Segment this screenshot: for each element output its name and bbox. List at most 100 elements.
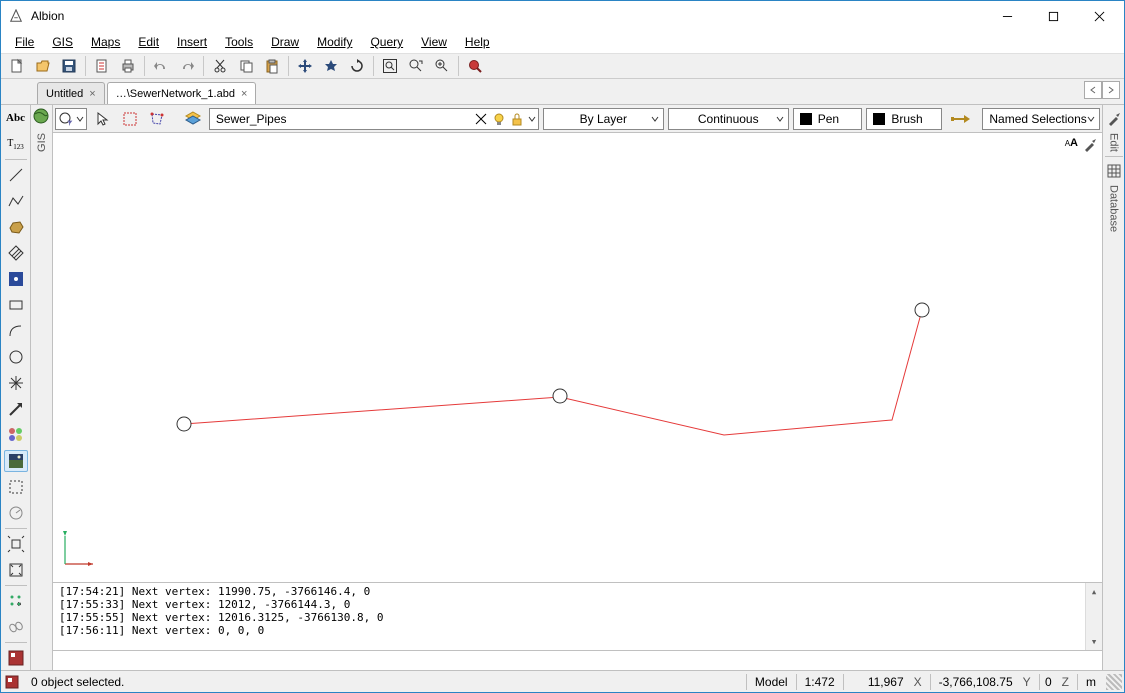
- database-tab-label[interactable]: Database: [1108, 185, 1120, 232]
- current-layer-combo[interactable]: [209, 108, 539, 130]
- palette-tool[interactable]: [4, 424, 28, 446]
- open-button[interactable]: [31, 55, 55, 77]
- lock-icon: [510, 112, 524, 126]
- database-tab-icon[interactable]: [1104, 161, 1124, 181]
- document-tab-sewernetwork[interactable]: …\SewerNetwork_1.abd ×: [107, 82, 257, 104]
- menu-edit[interactable]: Edit: [130, 33, 167, 51]
- menu-query[interactable]: Query: [362, 33, 411, 51]
- edit-tab-icon[interactable]: [1104, 109, 1124, 129]
- status-model[interactable]: Model: [747, 671, 796, 692]
- console-line: [17:55:33] Next vertex: 12012, -3766144.…: [59, 598, 1096, 611]
- arc-tool[interactable]: [4, 320, 28, 342]
- point-tool[interactable]: [4, 268, 28, 290]
- command-line[interactable]: [53, 650, 1102, 670]
- zoom-extents-button[interactable]: [319, 55, 343, 77]
- pen-combo[interactable]: Pen: [793, 108, 863, 130]
- tab-nav-next[interactable]: [1102, 81, 1120, 99]
- current-layer-input[interactable]: [212, 112, 474, 126]
- circle-tool[interactable]: [4, 346, 28, 368]
- polygon-tool[interactable]: [4, 216, 28, 238]
- menu-modify[interactable]: Modify: [309, 33, 360, 51]
- rotate-view-button[interactable]: [345, 55, 369, 77]
- settings-icon[interactable]: [1082, 137, 1098, 153]
- pan-button[interactable]: [293, 55, 317, 77]
- combo-label: Pen: [818, 112, 839, 126]
- line-tool[interactable]: [4, 164, 28, 186]
- color-combo[interactable]: By Layer: [543, 108, 664, 130]
- arrow-tool[interactable]: [4, 398, 28, 420]
- bounds-out-tool[interactable]: [4, 533, 28, 555]
- zoom-dynamic-button[interactable]: [404, 55, 428, 77]
- edit-tab-label[interactable]: Edit: [1108, 133, 1120, 152]
- brush-combo[interactable]: Brush: [866, 108, 941, 130]
- layers-panel-tool[interactable]: [4, 647, 28, 669]
- chevron-down-icon: [1087, 115, 1095, 123]
- menu-insert[interactable]: Insert: [169, 33, 215, 51]
- gis-side-tab[interactable]: GIS: [31, 105, 53, 670]
- console-scrollbar[interactable]: ▴ ▾: [1085, 583, 1102, 650]
- status-y-value: -3,766,108.75: [931, 671, 1021, 692]
- menu-maps[interactable]: Maps: [83, 33, 128, 51]
- window-title: Albion: [31, 9, 984, 23]
- resize-grip-icon[interactable]: [1106, 674, 1122, 690]
- menu-draw[interactable]: Draw: [263, 33, 307, 51]
- menu-file[interactable]: File: [7, 33, 42, 51]
- undo-button[interactable]: [149, 55, 173, 77]
- link-tool[interactable]: [4, 616, 28, 638]
- properties-button[interactable]: [90, 55, 114, 77]
- layer-manager-button[interactable]: [182, 108, 205, 130]
- select-poly-button[interactable]: [145, 108, 168, 130]
- maximize-button[interactable]: [1030, 1, 1076, 31]
- zoom-window-button[interactable]: [378, 55, 402, 77]
- measure-tool[interactable]: [4, 502, 28, 524]
- paste-button[interactable]: [260, 55, 284, 77]
- cut-button[interactable]: [208, 55, 232, 77]
- hatch-tool[interactable]: [4, 242, 28, 264]
- tab-close-icon[interactable]: ×: [241, 88, 247, 100]
- redo-button[interactable]: [175, 55, 199, 77]
- status-layers-icon[interactable]: [1, 674, 23, 690]
- status-scale[interactable]: 1:472: [797, 671, 843, 692]
- menu-help[interactable]: Help: [457, 33, 498, 51]
- tab-nav-prev[interactable]: [1084, 81, 1102, 99]
- scroll-up-icon[interactable]: ▴: [1086, 583, 1103, 600]
- linetype-combo[interactable]: Continuous: [668, 108, 789, 130]
- layer-filter-button[interactable]: [55, 108, 87, 130]
- drawing-canvas[interactable]: AA: [53, 133, 1102, 582]
- print-button[interactable]: [116, 55, 140, 77]
- combo-label: Named Selections: [989, 112, 1086, 126]
- text-style-tool[interactable]: T123: [4, 133, 28, 155]
- named-selections-combo[interactable]: Named Selections: [982, 108, 1100, 130]
- star-tool[interactable]: [4, 372, 28, 394]
- status-selection: 0 object selected.: [23, 671, 746, 692]
- select-area-tool[interactable]: [4, 476, 28, 498]
- nodes-tool[interactable]: [4, 590, 28, 612]
- select-pointer-button[interactable]: [91, 108, 114, 130]
- text-size-toggle[interactable]: AA: [1065, 137, 1078, 153]
- copy-button[interactable]: [234, 55, 258, 77]
- match-properties-button[interactable]: [946, 108, 979, 130]
- save-button[interactable]: [57, 55, 81, 77]
- tab-close-icon[interactable]: ×: [89, 88, 95, 100]
- select-rect-button[interactable]: [118, 108, 141, 130]
- status-x-label: X: [912, 671, 930, 692]
- image-tool[interactable]: [4, 450, 28, 472]
- rectangle-tool[interactable]: [4, 294, 28, 316]
- text-tool[interactable]: Abc: [4, 107, 28, 129]
- bounds-in-tool[interactable]: [4, 559, 28, 581]
- gis-icon: [32, 107, 52, 127]
- menu-tools[interactable]: Tools: [217, 33, 261, 51]
- status-bar: 0 object selected. Model 1:472 11,967 X …: [1, 670, 1124, 692]
- minimize-button[interactable]: [984, 1, 1030, 31]
- command-input[interactable]: [53, 651, 1102, 670]
- menu-view[interactable]: View: [413, 33, 455, 51]
- chevron-down-icon: [528, 115, 536, 123]
- zoom-realtime-button[interactable]: [430, 55, 454, 77]
- scroll-down-icon[interactable]: ▾: [1086, 633, 1103, 650]
- find-button[interactable]: [463, 55, 487, 77]
- close-button[interactable]: [1076, 1, 1122, 31]
- polyline-tool[interactable]: [4, 190, 28, 212]
- document-tab-untitled[interactable]: Untitled ×: [37, 82, 105, 104]
- new-button[interactable]: [5, 55, 29, 77]
- menu-gis[interactable]: GIS: [44, 33, 81, 51]
